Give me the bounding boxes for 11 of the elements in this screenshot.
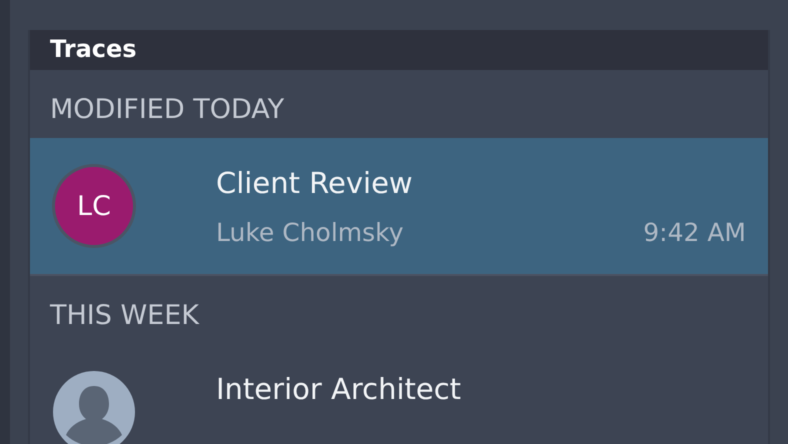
avatar-silhouette-icon bbox=[52, 370, 136, 444]
avatar: LC bbox=[52, 164, 136, 248]
trace-title: Client Review bbox=[216, 166, 414, 200]
modified-time: 9:42 AM bbox=[643, 218, 746, 246]
section-heading: MODIFIED TODAY bbox=[49, 93, 286, 127]
trace-item[interactable]: LC Client Review Luke Cholmsky 9:42 AM bbox=[30, 138, 768, 276]
trace-title: Interior Architect bbox=[216, 372, 462, 406]
panel-title: Traces bbox=[30, 30, 768, 70]
section-heading: THIS WEEK bbox=[48, 299, 200, 333]
author-name: Luke Cholmsky bbox=[216, 218, 404, 246]
trace-item[interactable]: Interior Architect bbox=[30, 344, 768, 444]
